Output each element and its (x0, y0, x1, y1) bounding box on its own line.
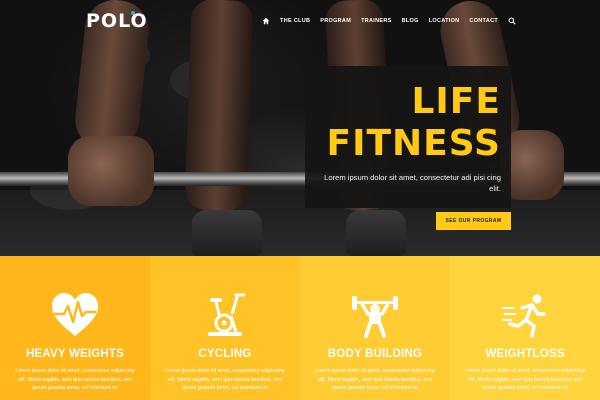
feature-title: BODY BUILDING (327, 348, 423, 360)
top-navigation: POLO THE CLUB PROGRAM TRAINERS BLOG LOCA… (0, 0, 600, 44)
heart-rate-icon (52, 293, 98, 336)
feature-text: Lorem ipsum dolor sit amet, consectetur … (15, 368, 135, 391)
feature-heavy-weights: HEAVY WEIGHTS Lorem ipsum dolor sit amet… (0, 256, 150, 400)
search-icon[interactable] (508, 17, 516, 25)
nav-link-contact[interactable]: CONTACT (469, 18, 498, 24)
nav-link-trainers[interactable]: TRAINERS (361, 18, 392, 24)
feature-title: HEAVY WEIGHTS (25, 348, 125, 360)
weightlifter-icon (352, 296, 398, 338)
feature-title: WEIGHTLOSS (485, 348, 565, 360)
feature-title: CYCLING (198, 348, 252, 360)
feature-text: Lorem ipsum dolor sit amet, consectetur … (165, 368, 285, 391)
logo[interactable]: POLO (86, 10, 148, 32)
nav-link-blog[interactable]: BLOG (402, 18, 419, 24)
home-icon[interactable] (262, 17, 270, 25)
exercise-bike-icon (208, 293, 246, 336)
hero-subtitle: Lorem ipsum dolor sit amet, consectetur … (324, 173, 501, 193)
feature-text: Lorem ipsum dolor sit amet, consectetur … (315, 368, 435, 391)
left-shoe (192, 210, 262, 256)
runner-icon (502, 294, 546, 338)
feature-cycling: CYCLING Lorem ipsum dolor sit amet, cons… (150, 256, 300, 400)
feature-body-building: BODY BUILDING Lorem ipsum dolor sit amet… (300, 256, 450, 400)
hero-card: LIFE FITNESS Lorem ipsum dolor sit amet,… (305, 66, 511, 208)
nav-link-location[interactable]: LOCATION (429, 18, 460, 24)
see-our-program-button[interactable]: SEE OUR PROGRAM (436, 212, 511, 230)
feature-text: Lorem ipsum dolor sit amet, consectetur … (465, 368, 585, 391)
nav-link-the-club[interactable]: THE CLUB (280, 18, 310, 24)
hero-title-line1: LIFE (411, 81, 501, 122)
feature-weightloss: WEIGHTLOSS Lorem ipsum dolor sit amet, c… (450, 256, 600, 400)
hero-title-line2: FITNESS (326, 123, 501, 164)
features-section: HEAVY WEIGHTS Lorem ipsum dolor sit amet… (0, 256, 600, 400)
left-fist (68, 136, 154, 206)
nav-menu: THE CLUB PROGRAM TRAINERS BLOG LOCATION … (262, 17, 516, 25)
right-shoe (346, 210, 406, 256)
logo-accent-dot (131, 11, 135, 15)
nav-link-program[interactable]: PROGRAM (320, 18, 351, 24)
